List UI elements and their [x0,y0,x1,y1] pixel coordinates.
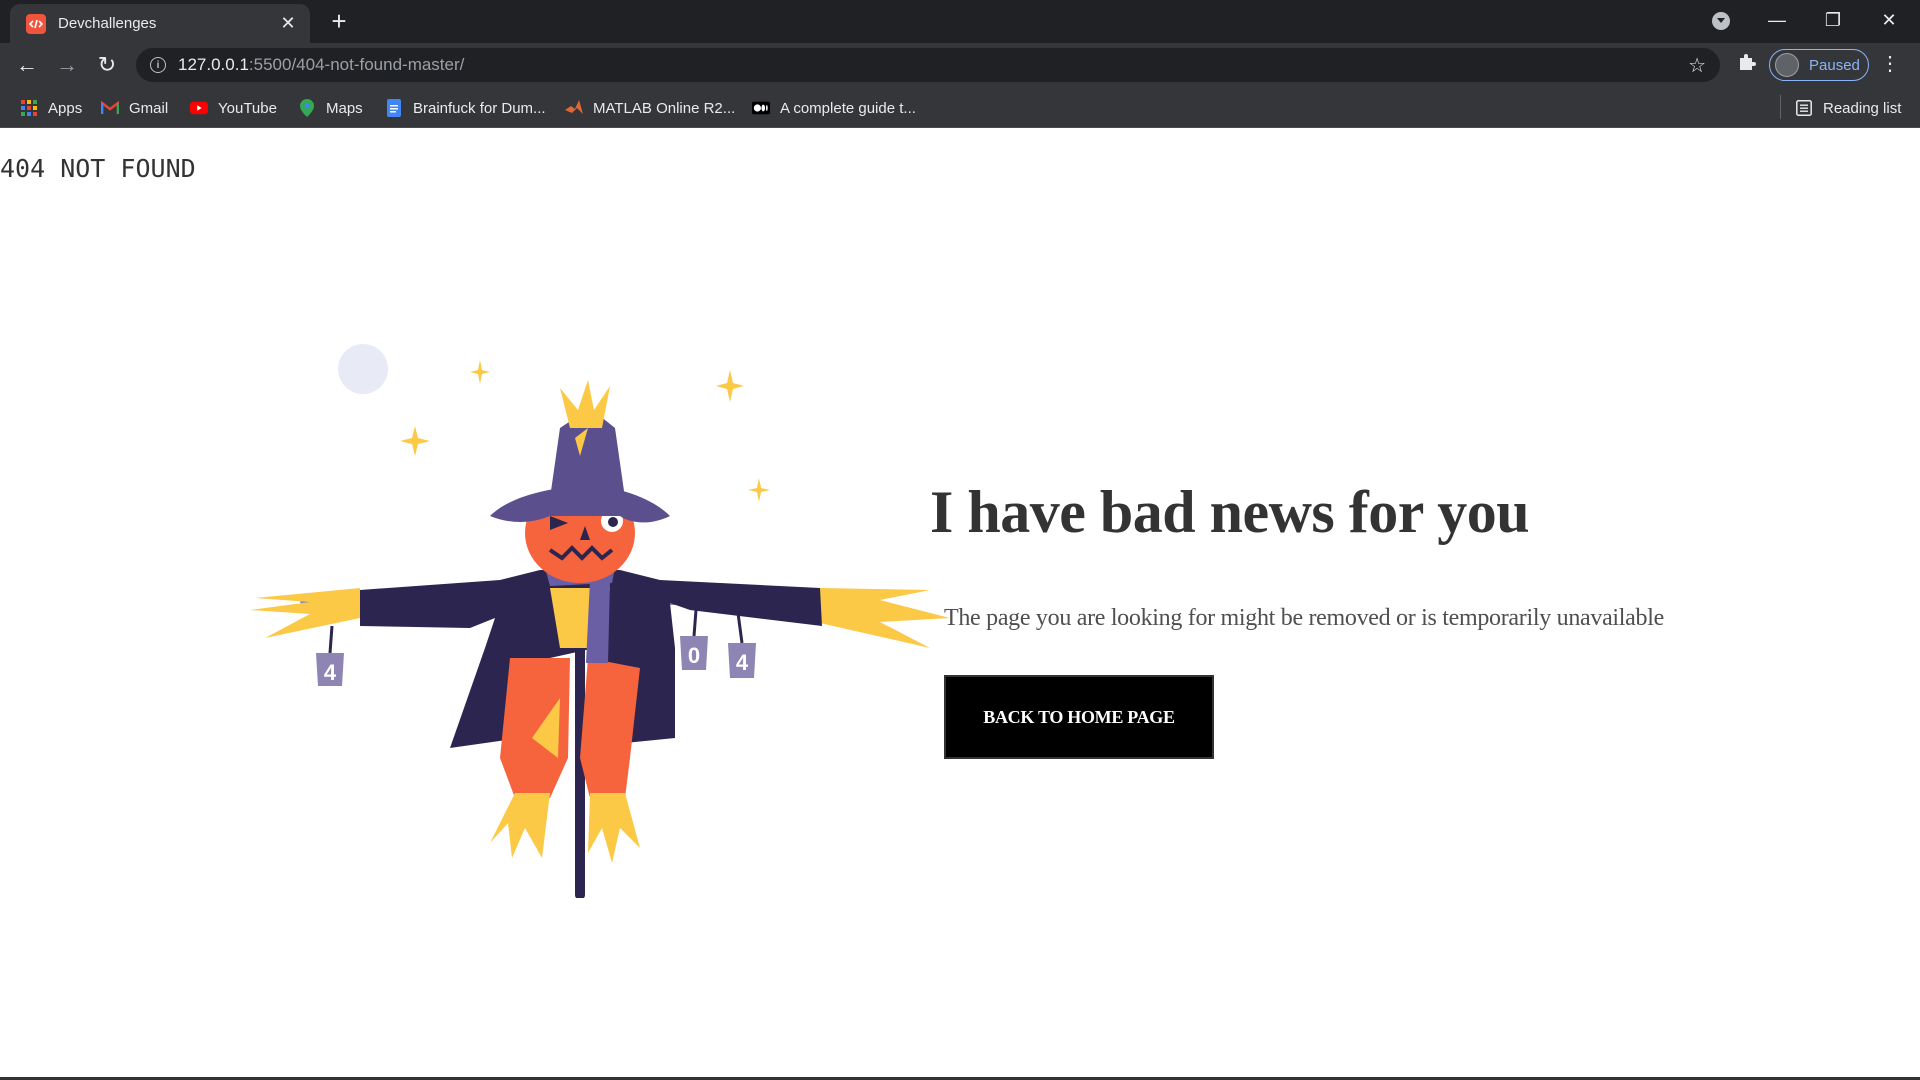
back-to-home-button[interactable]: BACK TO HOME PAGE [944,675,1214,759]
bookmark-label: A complete guide t... [780,99,916,117]
browser-toolbar: ← → ↻ i 127.0.0.1:5500/404-not-found-mas… [0,43,1920,87]
back-button[interactable]: ← [13,51,41,79]
browser-menu-icon[interactable]: ⋮ [1880,52,1900,76]
bookmarks-bar: Apps Gmail YouTube Maps Brainfuck for Du… [0,87,1920,128]
medium-icon [752,99,770,117]
tab-title: Devchallenges [58,15,157,32]
reading-list-label: Reading list [1823,99,1902,117]
bookmark-youtube[interactable]: YouTube [190,97,277,119]
bookmark-apps[interactable]: Apps [20,97,82,119]
bookmark-star-icon[interactable]: ☆ [1688,53,1706,78]
bookmark-label: Brainfuck for Dum... [413,99,546,117]
site-logo-text: 404 NOT FOUND [0,154,196,183]
can-digit: 0 [688,643,700,668]
matlab-icon [565,99,583,117]
new-tab-button[interactable]: + [326,8,352,34]
maps-pin-icon [298,99,316,117]
profile-button[interactable]: Paused [1769,49,1869,81]
reload-button[interactable]: ↻ [93,51,121,79]
url-text[interactable]: 127.0.0.1:5500/404-not-found-master/ [178,55,464,75]
apps-grid-icon [20,99,38,117]
window-close-button[interactable]: ✕ [1866,6,1912,34]
address-bar[interactable]: i 127.0.0.1:5500/404-not-found-master/ ☆ [136,48,1720,82]
page-title: I have bad news for you [930,479,1530,545]
bookmark-brainfuck[interactable]: Brainfuck for Dum... [385,97,546,119]
bookmark-label: MATLAB Online R2... [593,99,736,117]
bookmark-gmail[interactable]: Gmail [101,97,168,119]
docs-icon [385,99,403,117]
page-content: 404 NOT FOUND 4 0 4 I have bad news for … [0,128,1920,1080]
extensions-puzzle-icon[interactable] [1734,52,1760,78]
bookmark-label: Maps [326,99,363,117]
profile-status-label: Paused [1809,56,1860,74]
can-digit: 4 [736,650,749,675]
reading-list-icon [1795,99,1813,117]
bookmark-label: Gmail [129,99,169,117]
bookmarks-divider [1780,95,1781,119]
tab-search-icon[interactable] [1712,12,1730,30]
bookmark-medium[interactable]: A complete guide t... [752,97,916,119]
bookmark-matlab[interactable]: MATLAB Online R2... [565,97,735,119]
browser-chrome: Devchallenges ✕ + — ❐ ✕ ← → ↻ i 127.0.0.… [0,0,1920,128]
forward-button[interactable]: → [53,51,81,79]
bookmark-label: Apps [48,99,83,117]
bookmark-label: YouTube [218,99,277,117]
youtube-icon [190,99,208,117]
url-path: :5500/404-not-found-master/ [248,55,465,74]
avatar [1775,53,1799,77]
devchallenges-favicon-icon [26,13,46,34]
site-info-icon[interactable]: i [150,57,166,73]
url-host: 127.0.0.1 [178,55,249,74]
window-maximize-button[interactable]: ❐ [1810,6,1856,34]
gmail-icon [101,99,119,117]
tab-strip: Devchallenges ✕ + — ❐ ✕ [0,0,1920,43]
moon-icon [338,344,388,394]
bookmark-maps[interactable]: Maps [298,97,363,119]
scarecrow-illustration: 4 0 4 [250,344,950,898]
window-minimize-button[interactable]: — [1754,6,1800,34]
reading-list-button[interactable]: Reading list [1795,97,1901,119]
can-digit: 4 [324,660,337,685]
tab-close-icon[interactable]: ✕ [278,13,298,34]
error-description: The page you are looking for might be re… [944,605,1664,631]
tab-devchallenges[interactable]: Devchallenges ✕ [10,4,310,43]
